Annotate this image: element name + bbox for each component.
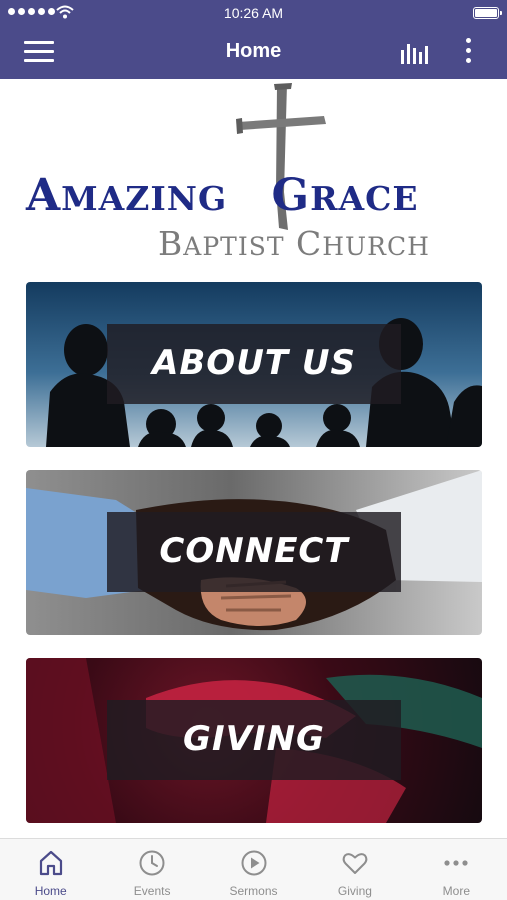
tab-more-label: More [442, 884, 470, 898]
status-bar: 10:26 AM [0, 0, 507, 26]
tab-events-label: Events [133, 884, 171, 898]
church-logo: AMAZING GRACE BAPTIST CHURCH [24, 82, 486, 263]
giving-label: GIVING [183, 719, 325, 759]
more-dots-icon [444, 860, 468, 866]
tile-label-box: GIVING [107, 700, 401, 780]
tab-home-label: Home [34, 884, 67, 898]
tab-giving-label: Giving [337, 884, 372, 898]
connect-label: CONNECT [159, 531, 349, 571]
home-icon [39, 850, 62, 876]
navigation-bar: Home [0, 26, 507, 79]
logo-amazing-grace: AMAZING GRACE [26, 170, 419, 221]
clock-icon [139, 850, 165, 876]
logo-baptist-church: BAPTIST CHURCH [158, 224, 430, 263]
tab-home[interactable]: Home [0, 839, 101, 900]
page-title: Home [225, 40, 282, 62]
giving-tile[interactable]: GIVING [26, 658, 482, 823]
status-time: 10:26 AM [223, 5, 284, 21]
overflow-menu-icon[interactable] [460, 38, 476, 66]
play-icon [241, 850, 267, 876]
tab-events[interactable]: Events [101, 839, 202, 900]
audio-bars-icon[interactable] [400, 40, 430, 64]
tab-sermons-label: Sermons [229, 884, 278, 898]
about-us-tile[interactable]: ABOUT US [26, 282, 482, 447]
tab-sermons[interactable]: Sermons [203, 839, 304, 900]
battery-icon [473, 7, 502, 19]
connect-tile[interactable]: CONNECT [26, 470, 482, 635]
tile-label-box: CONNECT [107, 512, 401, 592]
heart-icon [342, 853, 368, 874]
bottom-tab-bar: Home Events Sermons Giving More [0, 838, 507, 900]
tile-label-box: ABOUT US [107, 324, 401, 404]
tab-giving[interactable]: Giving [304, 839, 405, 900]
tab-more[interactable]: More [406, 839, 507, 900]
about-us-label: ABOUT US [152, 343, 356, 383]
